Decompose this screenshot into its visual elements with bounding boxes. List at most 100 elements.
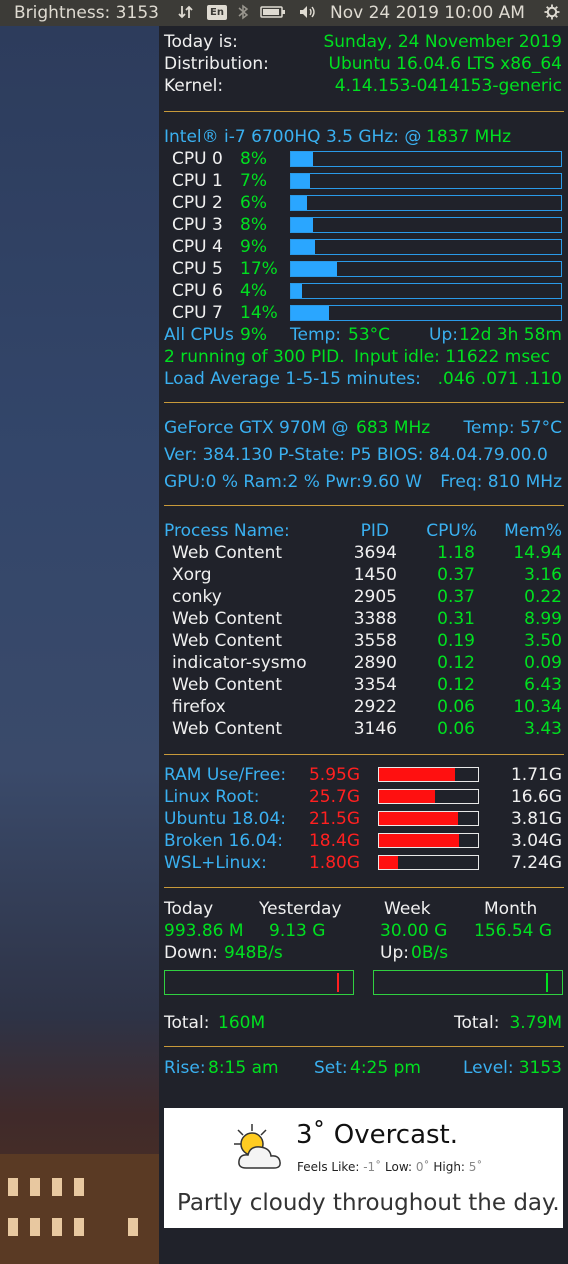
download-label: Down: bbox=[164, 943, 218, 963]
input-idle: Input idle: 11622 msec bbox=[354, 347, 550, 367]
gear-icon[interactable] bbox=[544, 4, 560, 20]
clock[interactable]: Nov 24 2019 10:00 AM bbox=[330, 3, 525, 23]
storage-free: 3.04G bbox=[510, 831, 562, 851]
network-transfer-icon[interactable] bbox=[178, 4, 194, 20]
storage-free: 7.24G bbox=[510, 853, 562, 873]
storage-usage-bar-fill bbox=[379, 812, 459, 825]
brightness-level-value: 3153 bbox=[518, 1058, 562, 1078]
separator bbox=[164, 402, 564, 403]
storage-used: 1.80G bbox=[308, 853, 360, 873]
process-cpu: 0.37 bbox=[437, 587, 475, 607]
process-mem: 14.94 bbox=[513, 543, 562, 563]
process-name: Web Content bbox=[172, 675, 283, 695]
uptime-value: 12d 3h 58m bbox=[458, 325, 562, 345]
net-today-value: 993.86 M bbox=[164, 921, 244, 941]
process-pid: 3558 bbox=[353, 631, 397, 651]
bluetooth-icon[interactable] bbox=[235, 4, 251, 20]
cpu-core-bar bbox=[290, 151, 562, 167]
process-pid: 1450 bbox=[353, 565, 397, 585]
separator bbox=[164, 887, 564, 888]
gpu-clock: Freq: 810 MHz bbox=[440, 472, 562, 492]
gpu-version: Ver: 384.130 P-State: P5 BIOS: 84.04.79.… bbox=[164, 445, 548, 465]
keyboard-layout-indicator[interactable]: En bbox=[207, 5, 227, 20]
storage-label: Ubuntu 18.04: bbox=[164, 809, 287, 829]
process-mem: 3.16 bbox=[524, 565, 562, 585]
storage-usage-bar-fill bbox=[379, 834, 460, 847]
upload-graph-peak bbox=[546, 973, 548, 992]
process-cpu: 0.37 bbox=[437, 565, 475, 585]
storage-label: RAM Use/Free: bbox=[164, 765, 287, 785]
storage-usage-bar bbox=[378, 855, 479, 870]
storage-label: WSL+Linux: bbox=[164, 853, 267, 873]
feels-like-value: -1˚ bbox=[363, 1160, 382, 1174]
process-mem: 3.43 bbox=[524, 719, 562, 739]
process-name: conky bbox=[172, 587, 222, 607]
storage-free: 16.6G bbox=[510, 787, 562, 807]
distribution-value: Ubuntu 16.04.6 LTS x86_64 bbox=[328, 54, 562, 74]
partly-cloudy-icon bbox=[234, 1124, 281, 1169]
process-mem: 10.34 bbox=[513, 697, 562, 717]
storage-usage-bar-fill bbox=[379, 768, 456, 781]
storage-free: 3.81G bbox=[510, 809, 562, 829]
process-mem: 6.43 bbox=[524, 675, 562, 695]
weather-details: Feels Like: -1˚ Low: 0˚ High: 5˚ bbox=[297, 1160, 482, 1174]
net-yesterday-header: Yesterday bbox=[259, 899, 342, 919]
separator bbox=[164, 754, 564, 755]
process-name-header: Process Name: bbox=[164, 521, 290, 541]
kernel-label: Kernel: bbox=[164, 76, 224, 96]
cpu-core-bar-fill bbox=[291, 262, 337, 276]
storage-usage-bar bbox=[378, 811, 479, 826]
volume-icon[interactable] bbox=[298, 4, 318, 20]
upload-label: Up: bbox=[380, 943, 409, 963]
sunrise-label: Rise: bbox=[164, 1058, 206, 1078]
wallpaper-building bbox=[0, 1154, 159, 1264]
cpu-core-percent: 8% bbox=[240, 149, 267, 169]
cpu-core-label: CPU 3 bbox=[172, 215, 223, 235]
storage-usage-bar bbox=[378, 767, 479, 782]
sunrise-time: 8:15 am bbox=[208, 1058, 279, 1078]
upload-graph bbox=[373, 970, 563, 995]
net-month-value: 156.54 G bbox=[474, 921, 553, 941]
cpu-core-bar bbox=[290, 195, 562, 211]
cpu-core-label: CPU 1 bbox=[172, 171, 223, 191]
storage-used: 5.95G bbox=[308, 765, 360, 785]
separator bbox=[164, 1046, 564, 1047]
process-name: firefox bbox=[172, 697, 226, 717]
total-down-label: Total: bbox=[164, 1013, 210, 1033]
cpu-temp-value: 53°C bbox=[348, 325, 391, 345]
process-name: Xorg bbox=[172, 565, 212, 585]
battery-icon[interactable] bbox=[260, 4, 286, 20]
process-cpu: 0.06 bbox=[437, 719, 475, 739]
low-temp-value: 0˚ bbox=[415, 1160, 430, 1174]
process-name: Web Content bbox=[172, 719, 283, 739]
brightness-indicator[interactable]: Brightness: 3153 bbox=[14, 3, 159, 23]
gpu-temperature: Temp: 57°C bbox=[463, 418, 562, 438]
net-week-value: 30.00 G bbox=[380, 921, 448, 941]
process-pid: 3694 bbox=[353, 543, 397, 563]
cpu-frequency: 1837 MHz bbox=[426, 127, 512, 147]
process-name: indicator-sysmo bbox=[172, 653, 307, 673]
kernel-value: 4.14.153-0414153-generic bbox=[334, 76, 562, 96]
cpu-core-bar bbox=[290, 283, 562, 299]
weather-headline: 3˚ Overcast. bbox=[296, 1120, 459, 1150]
storage-usage-bar-fill bbox=[379, 790, 436, 803]
cpu-core-percent: 4% bbox=[240, 281, 267, 301]
cpu-core-bar-fill bbox=[291, 174, 310, 188]
gpu-frequency: 683 MHz bbox=[356, 418, 431, 438]
process-name: Web Content bbox=[172, 543, 283, 563]
cpu-core-bar bbox=[290, 217, 562, 233]
uptime-label: Up: bbox=[429, 325, 458, 345]
cpu-core-percent: 8% bbox=[240, 215, 267, 235]
gpu-usage: GPU:0 % Ram:2 % Pwr:9.60 W bbox=[164, 472, 422, 492]
separator bbox=[164, 111, 564, 112]
all-cpus-value: 9% bbox=[240, 325, 267, 345]
download-graph bbox=[164, 970, 354, 995]
process-pid: 3354 bbox=[353, 675, 397, 695]
cpu-core-percent: 17% bbox=[240, 259, 278, 279]
cpu-core-label: CPU 0 bbox=[172, 149, 223, 169]
storage-free: 1.71G bbox=[510, 765, 562, 785]
cpu-core-bar bbox=[290, 261, 562, 277]
mem-percent-header: Mem% bbox=[504, 521, 562, 541]
storage-label: Broken 16.04: bbox=[164, 831, 283, 851]
cpu-core-bar-fill bbox=[291, 306, 329, 320]
